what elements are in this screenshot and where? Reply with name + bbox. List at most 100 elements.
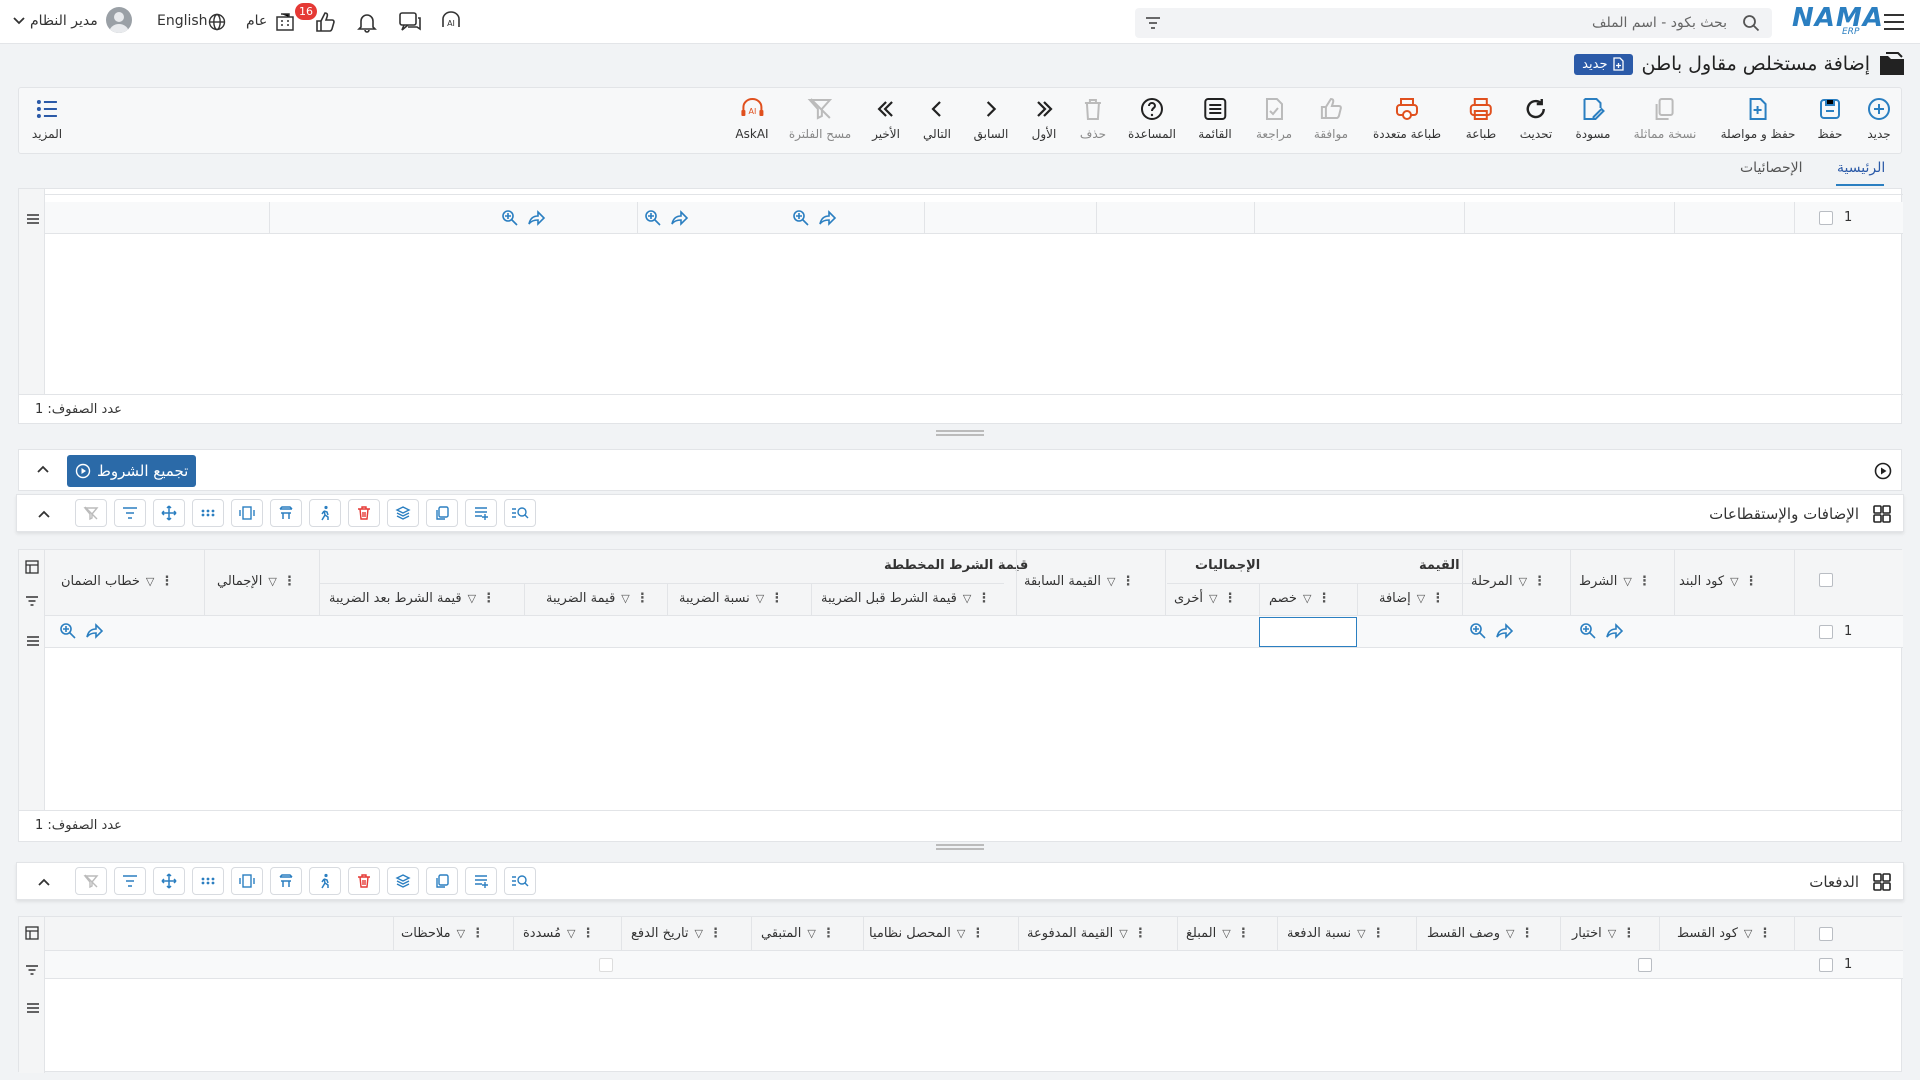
copy-icon[interactable] (426, 499, 458, 527)
search-add-icon[interactable] (1469, 622, 1487, 640)
menu-icon[interactable] (1880, 8, 1908, 36)
row-checkbox[interactable] (1819, 211, 1833, 225)
approve-button[interactable]: موافقة (1314, 96, 1348, 141)
col-notes[interactable]: ⋮ ▽ ملاحظات (401, 926, 484, 941)
col-select[interactable]: ⋮ ▽ اختيار (1572, 926, 1635, 941)
filter-icon[interactable] (1145, 16, 1161, 30)
col-previous-value[interactable]: ⋮ ▽ القيمة السابقة (1024, 574, 1134, 589)
search-add-icon[interactable] (1579, 622, 1597, 640)
layers-icon[interactable] (387, 499, 419, 527)
col-installment-code[interactable]: ⋮ ▽ كود القسط (1677, 926, 1771, 941)
table-icon[interactable] (270, 499, 302, 527)
search-add-icon[interactable] (644, 209, 662, 227)
copy-icon[interactable] (426, 867, 458, 895)
scope-label[interactable]: عام (246, 13, 267, 29)
delete-row-icon[interactable] (348, 499, 380, 527)
search-list-icon[interactable] (504, 499, 536, 527)
filter-icon[interactable] (25, 964, 39, 976)
next-button[interactable]: التالي (923, 96, 951, 141)
user-name[interactable]: مدير النظام (30, 13, 98, 29)
col-paid[interactable]: ⋮ ▽ مُسددة (523, 926, 594, 941)
select-all-checkbox[interactable] (1819, 573, 1833, 587)
row-checkbox[interactable] (1819, 625, 1833, 639)
previous-button[interactable]: السابق (974, 96, 1008, 141)
col-payment-date[interactable]: ⋮ ▽ تاريخ الدفع (631, 926, 722, 941)
col-value-after-tax[interactable]: ⋮ ▽ قيمة الشرط بعد الضريبة (329, 591, 495, 606)
collapse-chevron-icon[interactable] (36, 464, 50, 474)
col-guarantee-letter[interactable]: ⋮ ▽ خطاب الضمان (61, 574, 173, 589)
print-button[interactable]: طباعة (1466, 96, 1496, 141)
col-installment-desc[interactable]: ⋮ ▽ وصف القسط (1427, 926, 1533, 941)
column-chooser-icon[interactable] (25, 560, 39, 574)
share-icon[interactable] (86, 622, 104, 640)
last-button[interactable]: الأخير (872, 96, 900, 141)
col-payment-rate[interactable]: ⋮ ▽ نسبة الدفعة (1287, 926, 1385, 941)
save-continue-button[interactable]: حفظ و مواصلة (1721, 96, 1795, 141)
tab-statistics[interactable]: الإحصائيات (1740, 160, 1803, 176)
list-button[interactable]: القائمة (1198, 96, 1232, 141)
save-button[interactable]: حفظ (1817, 96, 1843, 141)
move-icon[interactable] (153, 499, 185, 527)
columns-icon[interactable] (231, 499, 263, 527)
share-icon[interactable] (819, 209, 837, 227)
bell-icon[interactable] (353, 8, 381, 36)
filter-icon[interactable] (25, 595, 39, 607)
more-button[interactable]: المزيد (32, 96, 62, 141)
collect-terms-button[interactable]: تجميع الشروط (67, 455, 197, 487)
filter-icon[interactable] (114, 499, 146, 527)
insert-row-icon[interactable] (465, 867, 497, 895)
row-checkbox[interactable] (1819, 958, 1833, 972)
col-discount[interactable]: ⋮ ▽ خصم (1269, 591, 1330, 606)
discount-cell-editor[interactable] (1259, 617, 1357, 647)
run-icon[interactable] (309, 499, 341, 527)
chat-icon[interactable] (396, 8, 424, 36)
search-add-icon[interactable] (501, 209, 519, 227)
clear-filter-button[interactable]: مسح الفلترة (789, 96, 851, 141)
col-item-code[interactable]: ⋮ ▽ كود البند (1679, 574, 1758, 589)
table-row[interactable] (45, 951, 1903, 979)
drag-handle-icon[interactable] (26, 213, 40, 225)
col-term[interactable]: ⋮ ▽ الشرط (1579, 574, 1651, 589)
drag-handle-icon[interactable] (26, 1002, 40, 1014)
collapse-chevron-icon[interactable] (37, 509, 51, 519)
select-checkbox[interactable] (1638, 958, 1652, 972)
building-icon[interactable] (271, 8, 299, 36)
avatar[interactable] (106, 7, 132, 33)
duplicate-button[interactable]: نسخة مماثلة (1634, 96, 1696, 141)
col-paid-value[interactable]: ⋮ ▽ القيمة المدفوعة (1027, 926, 1147, 941)
resize-handle[interactable] (936, 844, 984, 850)
resize-handle[interactable] (936, 430, 984, 436)
col-amount[interactable]: ⋮ ▽ المبلغ (1186, 926, 1250, 941)
insert-row-icon[interactable] (465, 499, 497, 527)
col-addition[interactable]: ⋮ ▽ إضافة (1379, 591, 1444, 606)
col-other[interactable]: ⋮ ▽ أخرى (1174, 591, 1236, 606)
col-value-before-tax[interactable]: ⋮ ▽ قيمة الشرط قبل الضريبة (821, 591, 990, 606)
search-list-icon[interactable] (504, 867, 536, 895)
collapse-chevron-icon[interactable] (37, 877, 51, 887)
grid-dots-icon[interactable] (192, 499, 224, 527)
filter-icon[interactable] (114, 867, 146, 895)
clear-filter-icon[interactable] (75, 867, 107, 895)
table-icon[interactable] (270, 867, 302, 895)
help-button[interactable]: المساعدة (1128, 96, 1176, 141)
col-stage[interactable]: ⋮ ▽ المرحلة (1471, 574, 1546, 589)
draft-button[interactable]: مسودة (1576, 96, 1610, 141)
col-remaining[interactable]: ⋮ ▽ المتبقي (761, 926, 835, 941)
first-button[interactable]: الأول (1031, 96, 1057, 141)
multi-print-button[interactable]: طباعة متعددة (1373, 96, 1441, 141)
share-icon[interactable] (671, 209, 689, 227)
drag-handle-icon[interactable] (26, 635, 40, 647)
ai-assistant-icon[interactable]: AI (437, 8, 465, 36)
search-add-icon[interactable] (792, 209, 810, 227)
play-circle-icon[interactable] (1874, 462, 1892, 480)
delete-row-icon[interactable] (348, 867, 380, 895)
review-button[interactable]: مراجعة (1256, 96, 1292, 141)
col-tax-rate[interactable]: ⋮ ▽ نسبة الضريبة (679, 591, 783, 606)
table-row[interactable] (45, 616, 1903, 648)
refresh-button[interactable]: تحديث (1520, 96, 1552, 141)
share-icon[interactable] (1606, 622, 1624, 640)
columns-icon[interactable] (231, 867, 263, 895)
search-icon[interactable] (1742, 14, 1760, 32)
clear-filter-icon[interactable] (75, 499, 107, 527)
search-add-icon[interactable] (59, 622, 77, 640)
